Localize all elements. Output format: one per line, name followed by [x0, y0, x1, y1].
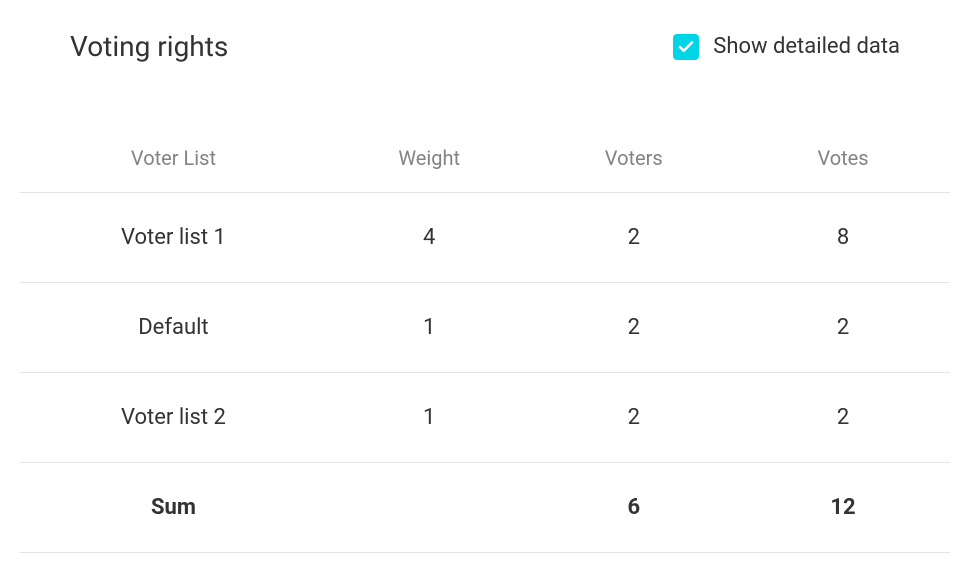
- cell-votes: 2: [736, 315, 950, 340]
- table-row: Voter list 1 4 2 8: [20, 193, 950, 283]
- cell-weight: 4: [327, 225, 532, 250]
- cell-voter-list: Voter list 2: [20, 405, 327, 430]
- cell-voter-list: Default: [20, 315, 327, 340]
- cell-weight: 1: [327, 315, 532, 340]
- cell-voters: 2: [531, 405, 736, 430]
- cell-voter-list: Voter list 1: [20, 225, 327, 250]
- column-header-voter-list: Voter List: [20, 146, 327, 170]
- cell-weight: 1: [327, 405, 532, 430]
- column-header-voters: Voters: [531, 146, 736, 170]
- cell-votes: 2: [736, 405, 950, 430]
- header: Voting rights Show detailed data: [10, 30, 960, 63]
- table-sum-row: Sum 6 12: [20, 463, 950, 553]
- checkbox-checked-icon: [673, 34, 699, 60]
- sum-label: Sum: [20, 495, 327, 520]
- column-header-weight: Weight: [327, 146, 532, 170]
- column-header-votes: Votes: [736, 146, 950, 170]
- cell-voters: 2: [531, 225, 736, 250]
- voting-rights-table: Voter List Weight Voters Votes Voter lis…: [10, 123, 960, 553]
- show-detailed-data-toggle[interactable]: Show detailed data: [673, 34, 900, 60]
- table-row: Voter list 2 1 2 2: [20, 373, 950, 463]
- table-row: Default 1 2 2: [20, 283, 950, 373]
- checkbox-label: Show detailed data: [713, 34, 900, 59]
- sum-voters: 6: [531, 495, 736, 520]
- page-title: Voting rights: [70, 30, 228, 63]
- cell-votes: 8: [736, 225, 950, 250]
- sum-votes: 12: [736, 495, 950, 520]
- cell-voters: 2: [531, 315, 736, 340]
- table-header-row: Voter List Weight Voters Votes: [20, 123, 950, 193]
